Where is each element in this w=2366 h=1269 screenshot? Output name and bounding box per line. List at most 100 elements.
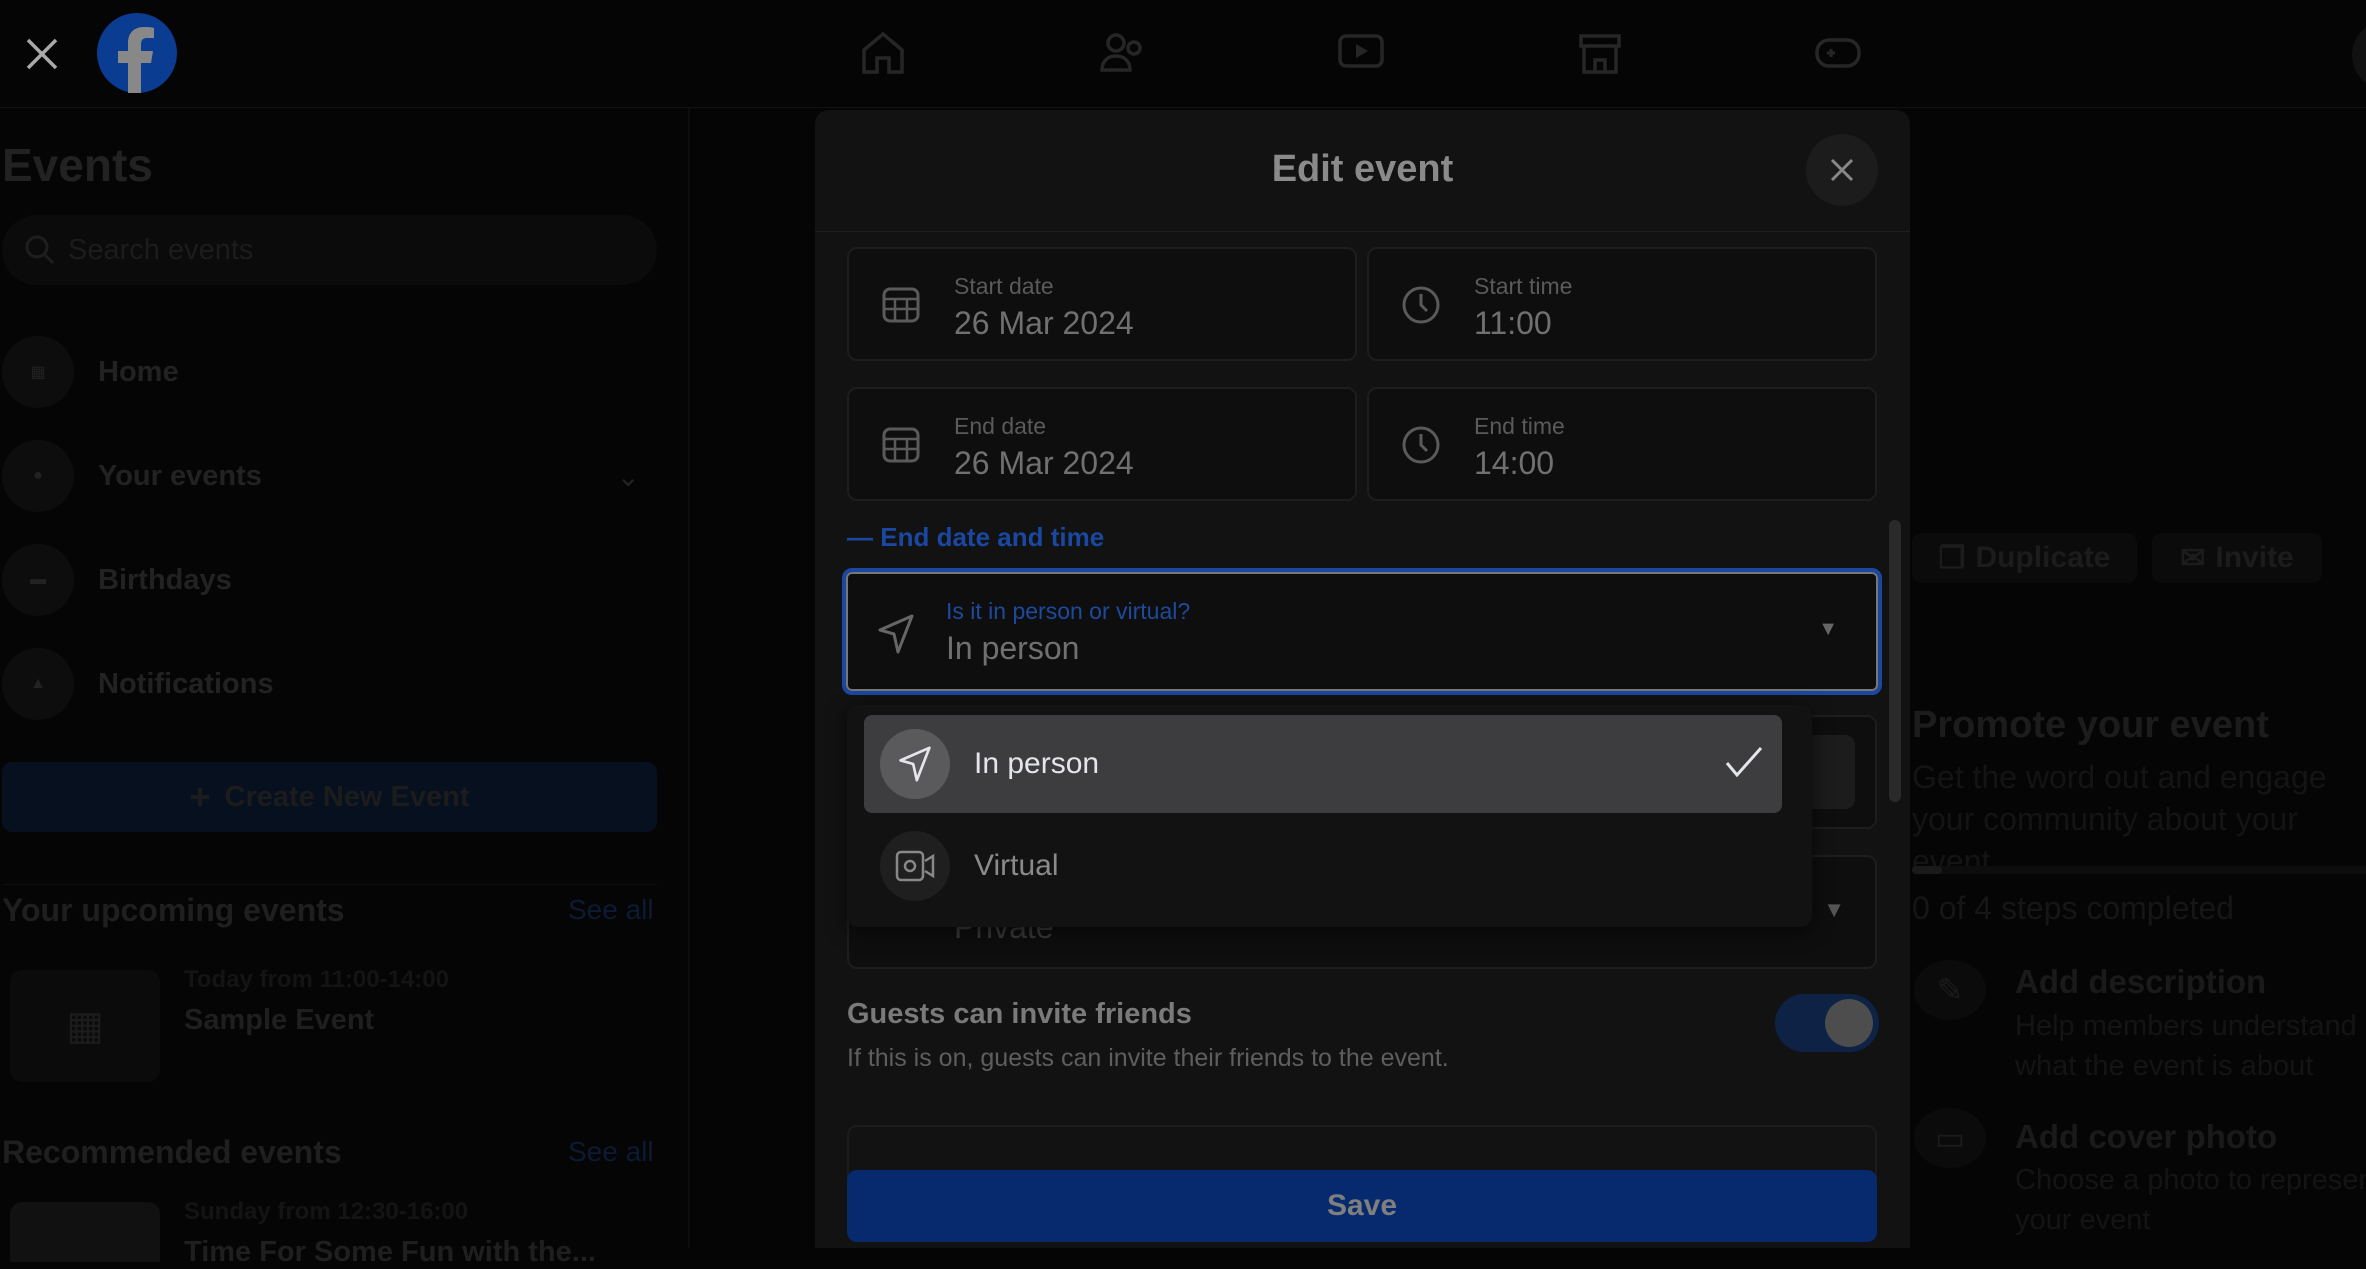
close-dialog-button[interactable] (1806, 134, 1878, 206)
calendar-icon (882, 287, 920, 323)
field-value: 14:00 (1474, 445, 1555, 481)
duplicate-icon: ❐ (1938, 541, 1966, 575)
progress-fill (1912, 866, 1942, 874)
navigation-arrow-icon (880, 729, 950, 799)
facebook-logo-icon[interactable] (97, 13, 177, 93)
event-name[interactable]: Time For Some Fun with the... (184, 1236, 596, 1269)
field-label: End date (954, 413, 1047, 439)
close-icon (1830, 158, 1854, 182)
field-value: 26 Mar 2024 (954, 445, 1134, 481)
recommended-see-all-link[interactable]: See all (568, 1136, 654, 1168)
account-avatar[interactable] (2352, 20, 2366, 90)
event-name[interactable]: Sample Event (184, 1004, 374, 1037)
sidebar-item-your-events[interactable]: ● Your events ⌄ (0, 436, 660, 516)
pencil-icon: ✎ (1914, 960, 1986, 1020)
field-label: Start date (954, 273, 1054, 299)
link-label: End date and time (880, 522, 1105, 552)
divider (2, 884, 657, 885)
location-type-select[interactable]: Is it in person or virtual? In person ▼ (842, 568, 1882, 695)
invite-button[interactable]: ✉ Invite (2152, 533, 2322, 583)
sidebar-title: Events (2, 139, 153, 191)
caret-down-icon: ▼ (1823, 897, 1845, 922)
image-icon: ▭ (1914, 1108, 1986, 1168)
promote-description: Get the word out and engage your communi… (1912, 759, 2327, 879)
sidebar-item-notifications[interactable]: ▲ Notifications (0, 644, 660, 724)
field-value: 26 Mar 2024 (954, 305, 1134, 341)
option-in-person[interactable]: In person (864, 715, 1782, 813)
sidebar-item-label: Your events (98, 459, 262, 492)
search-placeholder: Search events (68, 233, 254, 266)
caret-down-icon: ▼ (1818, 618, 1838, 640)
step-title[interactable]: Add cover photo (2015, 1118, 2277, 1156)
upcoming-see-all-link[interactable]: See all (568, 894, 654, 926)
start-date-field[interactable]: Start date 26 Mar 2024 (847, 247, 1357, 361)
field-value: In person (946, 630, 1080, 666)
bell-icon: ▲ (2, 648, 74, 720)
sidebar: Events Search events ▦ Home ● Your events ⌄… (0, 108, 690, 1268)
upcoming-title: Your upcoming events (2, 892, 345, 928)
end-date-field[interactable]: End date 26 Mar 2024 (847, 387, 1357, 501)
option-label: Virtual (974, 849, 1059, 882)
calendar-icon: ▦ (2, 336, 74, 408)
step-description: Help members understand what the event i… (2015, 1010, 2357, 1082)
cake-icon: ▬ (2, 544, 74, 616)
clock-icon (1402, 286, 1440, 324)
start-time-field[interactable]: Start time 11:00 (1367, 247, 1877, 361)
create-new-event-button[interactable]: + Create New Event (2, 762, 657, 832)
end-date-toggle-link[interactable]: — End date and time (847, 522, 1104, 553)
event-thumbnail[interactable] (10, 1202, 160, 1262)
top-bar (0, 0, 2366, 108)
create-label: Create New Event (224, 780, 470, 813)
duplicate-button[interactable]: ❐ Duplicate (1912, 533, 2137, 583)
event-thumbnail[interactable]: ▦ (10, 970, 160, 1082)
video-icon[interactable] (1336, 28, 1386, 78)
scrollbar[interactable] (1889, 520, 1901, 802)
person-icon: ● (2, 440, 74, 512)
search-input[interactable]: Search events (2, 215, 657, 285)
home-icon[interactable] (858, 28, 908, 78)
marketplace-icon[interactable] (1575, 28, 1625, 78)
duplicate-label: Duplicate (1975, 541, 2111, 574)
sidebar-item-home[interactable]: ▦ Home (0, 332, 660, 412)
chevron-down-icon[interactable]: ⌄ (617, 460, 640, 493)
event-time: Today from 11:00-14:00 (184, 966, 449, 993)
dialog-title: Edit event (1271, 148, 1454, 190)
search-icon (25, 235, 55, 265)
option-label: In person (974, 747, 1100, 780)
gaming-icon[interactable] (1813, 28, 1863, 78)
sidebar-item-label: Notifications (98, 667, 274, 700)
location-type-dropdown: In person Virtual (847, 705, 1812, 927)
calendar-icon: ▦ (66, 1004, 104, 1048)
sidebar-item-birthdays[interactable]: ▬ Birthdays (0, 540, 660, 620)
step-description: Choose a photo to represent your event (2015, 1164, 2366, 1236)
field-label: Start time (1474, 273, 1573, 299)
video-camera-icon (880, 831, 950, 901)
step-title[interactable]: Add description (2015, 963, 2266, 1001)
field-value: 11:00 (1474, 305, 1552, 341)
guests-invite-description: If this is on, guests can invite their f… (847, 1044, 1449, 1072)
close-icon[interactable] (24, 36, 60, 72)
invite-label: Invite (2215, 541, 2294, 574)
envelope-icon: ✉ (2180, 541, 2206, 575)
event-detail-panel: ❐ Duplicate ✉ Invite Promote your event Ge… (1910, 108, 2366, 1248)
guests-invite-title: Guests can invite friends (847, 998, 1192, 1030)
navigation-arrow-icon (878, 614, 914, 654)
clock-icon (1402, 426, 1440, 464)
guests-invite-toggle[interactable] (1775, 994, 1879, 1052)
end-time-field[interactable]: End time 14:00 (1367, 387, 1877, 501)
dialog-header: Edit event (815, 110, 1910, 232)
edit-event-dialog: Edit event Start date 26 Mar 2024 Start t… (815, 110, 1910, 1248)
friends-icon[interactable] (1098, 28, 1148, 78)
sidebar-item-label: Birthdays (98, 563, 232, 596)
sidebar-item-label: Home (98, 355, 179, 388)
option-virtual[interactable]: Virtual (864, 817, 1782, 915)
recommended-title: Recommended events (2, 1134, 342, 1170)
calendar-icon (882, 427, 920, 463)
progress-text: 0 of 4 steps completed (1912, 890, 2234, 926)
promote-title: Promote your event (1912, 704, 2269, 746)
minus-icon: — (847, 522, 881, 552)
save-button[interactable]: Save (847, 1170, 1877, 1242)
event-time: Sunday from 12:30-16:00 (184, 1198, 469, 1225)
plus-icon: + (189, 776, 211, 817)
field-label: End time (1474, 413, 1565, 439)
